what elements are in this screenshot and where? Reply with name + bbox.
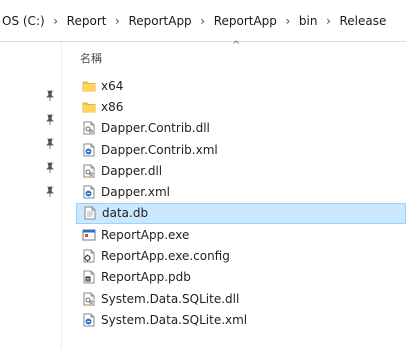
file-row[interactable]: Dapper.Contrib.dll — [76, 118, 406, 139]
pdb-file-icon — [83, 270, 95, 284]
breadcrumb-reportapp[interactable]: ReportApp — [128, 14, 191, 28]
column-header-name[interactable]: 名稱 — [80, 50, 102, 66]
file-name-label: ReportApp.exe — [101, 227, 190, 242]
file-name-label: System.Data.SQLite.xml — [101, 312, 248, 327]
sort-ascending-icon: ^ — [232, 40, 241, 51]
file-name-label: Dapper.Contrib.xml — [101, 142, 218, 157]
pin-icon[interactable] — [45, 186, 55, 198]
folder-icon — [82, 102, 96, 113]
breadcrumb-drive[interactable]: OS (C:) — [2, 14, 45, 28]
file-row[interactable]: System.Data.SQLite.xml — [76, 309, 406, 330]
dll-file-icon — [83, 121, 95, 135]
chevron-right-icon[interactable]: › — [106, 14, 128, 28]
file-name-label: System.Data.SQLite.dll — [101, 291, 240, 306]
exe-file-icon — [82, 229, 96, 241]
file-row[interactable]: Dapper.dll — [76, 160, 406, 181]
pin-icon[interactable] — [45, 90, 55, 102]
file-name-label: ReportApp.exe.config — [101, 249, 230, 264]
file-row[interactable]: ReportApp.pdb — [76, 267, 406, 288]
file-row[interactable]: x64 — [76, 75, 406, 96]
file-row[interactable]: x86 — [76, 96, 406, 117]
breadcrumb-report[interactable]: Report — [67, 14, 107, 28]
xml-file-icon — [83, 185, 95, 199]
file-row[interactable]: Dapper.Contrib.xml — [76, 139, 406, 160]
file-row-selected[interactable]: data.db — [76, 202, 406, 225]
file-row[interactable]: System.Data.SQLite.dll — [76, 288, 406, 309]
file-name-label: ReportApp.pdb — [101, 270, 191, 285]
folder-icon — [82, 81, 96, 92]
dll-file-icon — [83, 292, 95, 306]
file-name-label: x64 — [101, 78, 124, 93]
xml-file-icon — [83, 313, 95, 327]
breadcrumb-bin[interactable]: bin — [299, 14, 318, 28]
file-name-label: Dapper.Contrib.dll — [101, 121, 210, 136]
file-name-label: x86 — [101, 99, 124, 114]
navigation-pane — [0, 42, 62, 349]
chevron-right-icon[interactable]: › — [317, 14, 339, 28]
file-row[interactable]: ReportApp.exe.config — [76, 245, 406, 266]
xml-file-icon — [83, 143, 95, 157]
file-row[interactable]: Dapper.xml — [76, 181, 406, 202]
address-bar[interactable]: OS (C:) › Report › ReportApp › ReportApp… — [0, 0, 406, 42]
chevron-right-icon[interactable]: › — [192, 14, 214, 28]
pin-icon[interactable] — [45, 162, 55, 174]
pin-icon[interactable] — [45, 114, 55, 126]
column-header[interactable]: ^ 名稱 — [62, 40, 406, 72]
breadcrumb-reportapp-sub[interactable]: ReportApp — [214, 14, 277, 28]
breadcrumb-release[interactable]: Release — [339, 14, 386, 28]
file-list: x64 x86 Dapper.Contrib.dll Dapper.Contrib.x… — [76, 75, 406, 331]
chevron-right-icon[interactable]: › — [45, 14, 67, 28]
file-row[interactable]: ReportApp.exe — [76, 224, 406, 245]
chevron-right-icon[interactable]: › — [277, 14, 299, 28]
file-name-label: Dapper.xml — [101, 185, 170, 200]
config-file-icon — [83, 249, 95, 263]
pin-icon[interactable] — [45, 138, 55, 150]
db-file-icon — [84, 206, 96, 220]
file-name-label: data.db — [102, 206, 149, 221]
file-name-label: Dapper.dll — [101, 163, 163, 178]
dll-file-icon — [83, 164, 95, 178]
